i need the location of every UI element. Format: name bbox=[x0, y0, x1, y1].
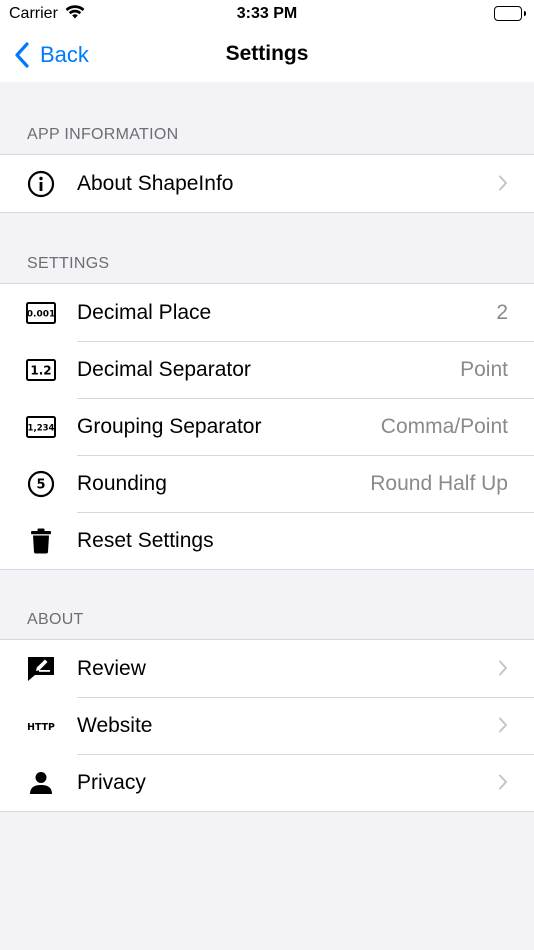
grouping-separator-label: Grouping Separator bbox=[77, 414, 262, 438]
svg-text:5: 5 bbox=[36, 478, 45, 493]
svg-text:1.2: 1.2 bbox=[30, 364, 51, 378]
section-header-about: ABOUT bbox=[27, 611, 84, 628]
about-group: Review HTTP Website Privacy bbox=[0, 639, 534, 812]
section-header-app-information: APP INFORMATION bbox=[27, 126, 179, 143]
chevron-right-icon bbox=[498, 717, 508, 738]
website-label: Website bbox=[77, 713, 153, 737]
review-row[interactable]: Review bbox=[0, 640, 534, 697]
status-time: 3:33 PM bbox=[236, 5, 298, 22]
reset-settings-row[interactable]: Reset Settings bbox=[0, 512, 534, 569]
decimal-place-row[interactable]: 0.001 Decimal Place 2 bbox=[0, 284, 534, 341]
reset-settings-label: Reset Settings bbox=[77, 528, 214, 552]
about-shapeinfo-label: About ShapeInfo bbox=[77, 171, 234, 195]
review-icon bbox=[26, 654, 56, 684]
grouping-separator-value: Comma/Point bbox=[380, 414, 508, 438]
status-bar: Carrier 3:33 PM bbox=[0, 0, 534, 28]
privacy-row[interactable]: Privacy bbox=[0, 754, 534, 811]
decimal-separator-row[interactable]: 1.2 Decimal Separator Point bbox=[0, 341, 534, 398]
info-circle-icon bbox=[26, 169, 56, 199]
about-shapeinfo-row[interactable]: About ShapeInfo bbox=[0, 155, 534, 212]
settings-group: 0.001 Decimal Place 2 1.2 Decimal Separa… bbox=[0, 283, 534, 570]
decimal-place-label: Decimal Place bbox=[77, 300, 212, 324]
chevron-right-icon bbox=[498, 175, 508, 196]
svg-text:0.001: 0.001 bbox=[27, 310, 55, 320]
person-icon bbox=[26, 768, 56, 798]
http-icon: HTTP bbox=[26, 711, 56, 741]
decimal-place-value: 2 bbox=[496, 300, 508, 324]
navigation-bar: Back Settings bbox=[0, 28, 534, 82]
privacy-label: Privacy bbox=[77, 770, 146, 794]
section-header-settings: SETTINGS bbox=[27, 255, 110, 272]
svg-text:HTTP: HTTP bbox=[27, 722, 55, 733]
chevron-right-icon bbox=[498, 660, 508, 681]
rounding-label: Rounding bbox=[77, 471, 167, 495]
trash-icon bbox=[26, 526, 56, 556]
rounding-row[interactable]: 5 Rounding Round Half Up bbox=[0, 455, 534, 512]
website-row[interactable]: HTTP Website bbox=[0, 697, 534, 754]
decimal-separator-icon: 1.2 bbox=[26, 355, 56, 385]
svg-text:1,234: 1,234 bbox=[28, 424, 55, 434]
rounding-icon: 5 bbox=[26, 469, 56, 499]
app-information-group: About ShapeInfo bbox=[0, 154, 534, 213]
grouping-separator-row[interactable]: 1,234 Grouping Separator Comma/Point bbox=[0, 398, 534, 455]
chevron-right-icon bbox=[498, 774, 508, 795]
review-label: Review bbox=[77, 656, 146, 680]
decimal-separator-label: Decimal Separator bbox=[77, 357, 251, 381]
decimal-separator-value: Point bbox=[460, 357, 508, 381]
page-title: Settings bbox=[225, 42, 309, 65]
grouping-separator-icon: 1,234 bbox=[26, 412, 56, 442]
battery-icon bbox=[494, 6, 526, 21]
rounding-value: Round Half Up bbox=[370, 471, 508, 495]
decimal-place-icon: 0.001 bbox=[26, 298, 56, 328]
